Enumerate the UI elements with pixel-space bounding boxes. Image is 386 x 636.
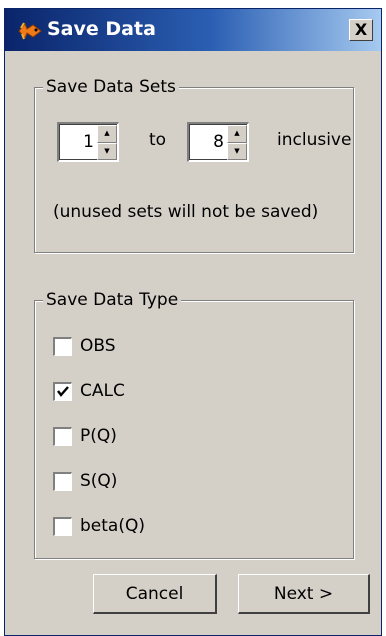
title-bar[interactable]: Save Data X [5,9,381,51]
from-set-spin-buttons: ▲ ▼ [97,125,117,160]
inclusive-label: inclusive [277,130,352,150]
spin-up-arrow-icon: ▲ [104,129,110,138]
save-data-type-label: Save Data Type [43,290,182,310]
to-set-spin-down-button[interactable]: ▼ [227,142,247,160]
checkbox-row-sq[interactable]: S(Q) [53,470,117,492]
to-set-value[interactable]: 8 [213,132,224,152]
spin-up-arrow-icon: ▲ [234,129,240,138]
calc-checkbox[interactable] [53,381,72,401]
checkbox-row-calc[interactable]: CALC [53,380,125,402]
save-data-dialog: Save Data X Save Data Sets 1 ▲ ▼ to 8 ▲ [4,8,382,636]
from-set-spinner[interactable]: 1 ▲ ▼ [57,122,119,162]
close-button[interactable]: X [349,19,373,41]
sq-label: S(Q) [80,471,118,491]
to-set-spin-buttons: ▲ ▼ [227,125,247,160]
next-button[interactable]: Next > [238,574,370,614]
from-set-spin-up-button[interactable]: ▲ [97,125,117,143]
obs-label: OBS [80,336,116,356]
checkbox-row-betaq[interactable]: beta(Q) [53,515,145,537]
check-mark-icon [57,385,69,397]
to-set-spin-up-button[interactable]: ▲ [227,125,247,143]
betaq-checkbox[interactable] [53,516,72,536]
window-title: Save Data [47,18,156,40]
to-label: to [149,130,167,150]
from-set-value[interactable]: 1 [83,132,94,152]
checkbox-row-obs[interactable]: OBS [53,335,116,357]
save-data-type-group: Save Data Type OBS CALC P(Q) S(Q) beta(Q… [34,290,354,559]
save-data-sets-group: Save Data Sets 1 ▲ ▼ to 8 ▲ ▼ inclusive … [34,77,354,253]
calc-label: CALC [80,381,125,401]
spin-down-arrow-icon: ▼ [104,146,110,155]
to-set-spinner[interactable]: 8 ▲ ▼ [187,122,249,162]
pq-label: P(Q) [80,426,117,446]
obs-checkbox[interactable] [53,336,72,356]
cancel-button[interactable]: Cancel [93,574,217,614]
unused-sets-note: (unused sets will not be saved) [53,202,319,222]
pq-checkbox[interactable] [53,426,72,446]
close-icon: X [354,20,368,39]
fish-icon [18,22,42,40]
betaq-label: beta(Q) [80,516,145,536]
from-set-spin-down-button[interactable]: ▼ [97,142,117,160]
spin-down-arrow-icon: ▼ [234,146,240,155]
checkbox-row-pq[interactable]: P(Q) [53,425,117,447]
sq-checkbox[interactable] [53,471,72,491]
save-data-sets-label: Save Data Sets [43,77,179,97]
